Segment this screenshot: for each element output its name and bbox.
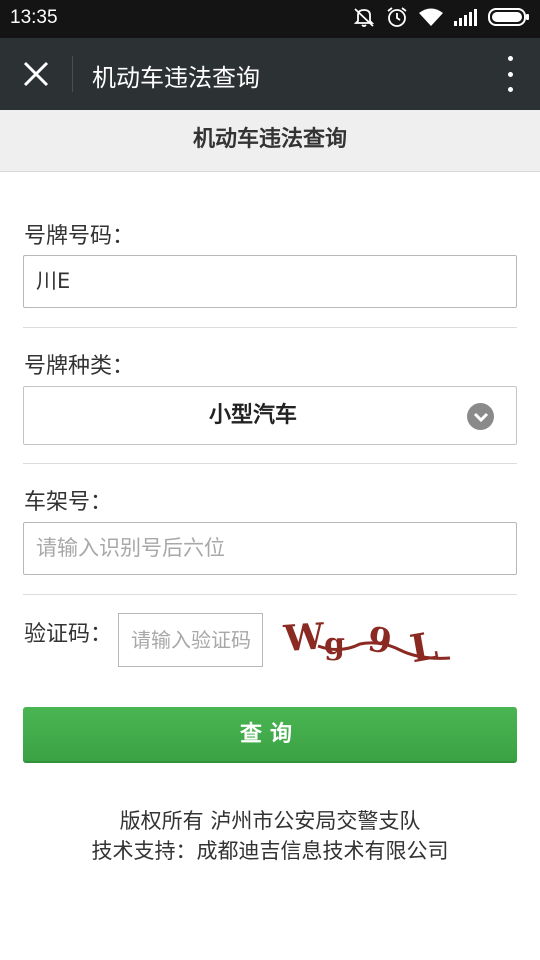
- plate-number-label: 号牌号码：: [24, 224, 135, 249]
- plate-type-select[interactable]: 小型汽车: [23, 386, 517, 445]
- page-title: 机动车违法查询: [192, 127, 347, 152]
- captcha-image[interactable]: W g 9 L: [280, 610, 458, 674]
- svg-text:W: W: [281, 615, 326, 660]
- svg-text:9: 9: [365, 620, 394, 663]
- footer-copyright: 版权所有 泸州市公安局交警支队: [119, 809, 421, 833]
- more-vertical-icon: [507, 56, 513, 61]
- mute-icon: [352, 6, 376, 32]
- divider: [23, 594, 517, 595]
- app-bar-title: 机动车违法查询: [92, 64, 260, 92]
- status-icons: [352, 6, 530, 32]
- status-time: 13:35: [10, 7, 58, 28]
- more-menu-button[interactable]: [502, 56, 518, 92]
- vin-label: 车架号：: [24, 490, 113, 515]
- battery-icon: [488, 8, 530, 30]
- close-icon: [23, 61, 49, 87]
- signal-icon: [454, 8, 478, 30]
- status-bar: 13:35: [0, 0, 540, 38]
- app-bar: 机动车违法查询: [0, 38, 540, 110]
- close-button[interactable]: [12, 54, 60, 94]
- plate-type-value: 小型汽车: [208, 403, 297, 428]
- divider: [23, 463, 517, 464]
- app-bar-divider: [72, 56, 73, 92]
- divider: [23, 327, 517, 328]
- alarm-icon: [386, 6, 408, 32]
- footer-support: 技术支持：成都迪吉信息技术有限公司: [91, 839, 449, 863]
- captcha-label: 验证码：: [24, 622, 113, 647]
- page-header: 机动车违法查询: [0, 110, 540, 172]
- svg-text:L: L: [407, 622, 441, 671]
- svg-text:g: g: [324, 627, 345, 662]
- plate-number-input[interactable]: 川E: [23, 255, 517, 308]
- query-button[interactable]: 查询: [23, 707, 517, 763]
- chevron-down-icon: [467, 403, 494, 430]
- plate-type-label: 号牌种类：: [24, 354, 135, 379]
- wifi-icon: [418, 7, 444, 31]
- captcha-input[interactable]: 请输入验证码: [118, 613, 263, 667]
- vin-input[interactable]: 请输入识别号后六位: [23, 522, 517, 575]
